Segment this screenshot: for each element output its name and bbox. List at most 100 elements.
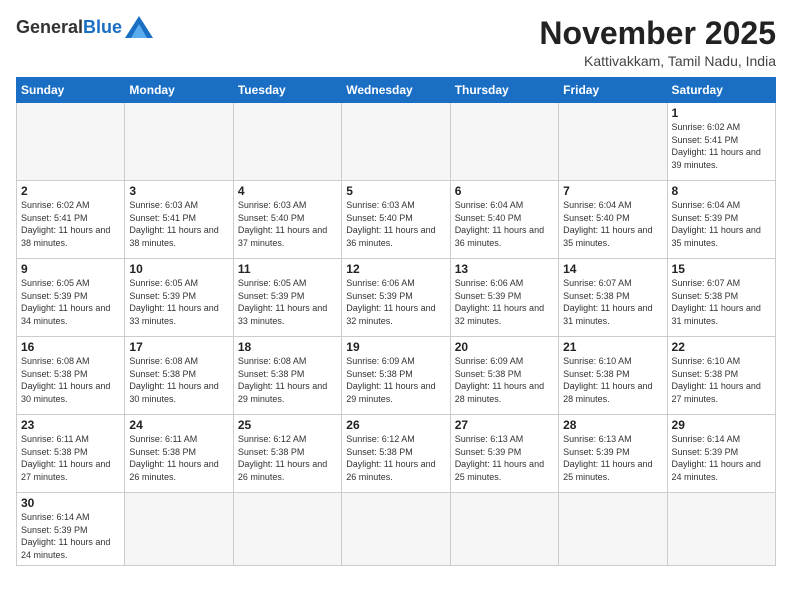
table-row: 6Sunrise: 6:04 AM Sunset: 5:40 PM Daylig…	[450, 181, 558, 259]
table-row: 30Sunrise: 6:14 AM Sunset: 5:39 PM Dayli…	[17, 493, 125, 565]
table-row: 25Sunrise: 6:12 AM Sunset: 5:38 PM Dayli…	[233, 415, 341, 493]
header-saturday: Saturday	[667, 78, 775, 103]
calendar-week-row: 2Sunrise: 6:02 AM Sunset: 5:41 PM Daylig…	[17, 181, 776, 259]
table-row	[450, 493, 558, 565]
table-row: 18Sunrise: 6:08 AM Sunset: 5:38 PM Dayli…	[233, 337, 341, 415]
header: General Blue November 2025 Kattivakkam, …	[16, 16, 776, 69]
day-number: 26	[346, 418, 445, 432]
table-row	[233, 493, 341, 565]
day-info: Sunrise: 6:14 AM Sunset: 5:39 PM Dayligh…	[21, 511, 120, 561]
day-info: Sunrise: 6:13 AM Sunset: 5:39 PM Dayligh…	[455, 433, 554, 483]
day-info: Sunrise: 6:02 AM Sunset: 5:41 PM Dayligh…	[21, 199, 120, 249]
location: Kattivakkam, Tamil Nadu, India	[539, 53, 776, 69]
day-info: Sunrise: 6:12 AM Sunset: 5:38 PM Dayligh…	[346, 433, 445, 483]
day-info: Sunrise: 6:10 AM Sunset: 5:38 PM Dayligh…	[563, 355, 662, 405]
day-info: Sunrise: 6:04 AM Sunset: 5:39 PM Dayligh…	[672, 199, 771, 249]
table-row: 17Sunrise: 6:08 AM Sunset: 5:38 PM Dayli…	[125, 337, 233, 415]
day-info: Sunrise: 6:11 AM Sunset: 5:38 PM Dayligh…	[21, 433, 120, 483]
day-number: 15	[672, 262, 771, 276]
day-info: Sunrise: 6:08 AM Sunset: 5:38 PM Dayligh…	[21, 355, 120, 405]
page: General Blue November 2025 Kattivakkam, …	[0, 0, 792, 612]
day-number: 12	[346, 262, 445, 276]
table-row: 13Sunrise: 6:06 AM Sunset: 5:39 PM Dayli…	[450, 259, 558, 337]
day-number: 24	[129, 418, 228, 432]
table-row: 29Sunrise: 6:14 AM Sunset: 5:39 PM Dayli…	[667, 415, 775, 493]
table-row: 23Sunrise: 6:11 AM Sunset: 5:38 PM Dayli…	[17, 415, 125, 493]
logo: General Blue	[16, 16, 153, 38]
day-number: 30	[21, 496, 120, 510]
table-row: 8Sunrise: 6:04 AM Sunset: 5:39 PM Daylig…	[667, 181, 775, 259]
day-info: Sunrise: 6:10 AM Sunset: 5:38 PM Dayligh…	[672, 355, 771, 405]
day-number: 16	[21, 340, 120, 354]
table-row: 26Sunrise: 6:12 AM Sunset: 5:38 PM Dayli…	[342, 415, 450, 493]
table-row: 22Sunrise: 6:10 AM Sunset: 5:38 PM Dayli…	[667, 337, 775, 415]
header-wednesday: Wednesday	[342, 78, 450, 103]
table-row	[233, 103, 341, 181]
header-sunday: Sunday	[17, 78, 125, 103]
table-row: 11Sunrise: 6:05 AM Sunset: 5:39 PM Dayli…	[233, 259, 341, 337]
day-info: Sunrise: 6:04 AM Sunset: 5:40 PM Dayligh…	[455, 199, 554, 249]
day-info: Sunrise: 6:04 AM Sunset: 5:40 PM Dayligh…	[563, 199, 662, 249]
table-row: 2Sunrise: 6:02 AM Sunset: 5:41 PM Daylig…	[17, 181, 125, 259]
day-info: Sunrise: 6:11 AM Sunset: 5:38 PM Dayligh…	[129, 433, 228, 483]
day-number: 17	[129, 340, 228, 354]
day-info: Sunrise: 6:13 AM Sunset: 5:39 PM Dayligh…	[563, 433, 662, 483]
day-number: 13	[455, 262, 554, 276]
day-number: 23	[21, 418, 120, 432]
table-row: 1Sunrise: 6:02 AM Sunset: 5:41 PM Daylig…	[667, 103, 775, 181]
day-number: 2	[21, 184, 120, 198]
calendar-week-row: 30Sunrise: 6:14 AM Sunset: 5:39 PM Dayli…	[17, 493, 776, 565]
month-title: November 2025	[539, 16, 776, 51]
day-info: Sunrise: 6:09 AM Sunset: 5:38 PM Dayligh…	[455, 355, 554, 405]
day-number: 7	[563, 184, 662, 198]
table-row: 7Sunrise: 6:04 AM Sunset: 5:40 PM Daylig…	[559, 181, 667, 259]
table-row: 9Sunrise: 6:05 AM Sunset: 5:39 PM Daylig…	[17, 259, 125, 337]
table-row: 20Sunrise: 6:09 AM Sunset: 5:38 PM Dayli…	[450, 337, 558, 415]
table-row: 4Sunrise: 6:03 AM Sunset: 5:40 PM Daylig…	[233, 181, 341, 259]
day-info: Sunrise: 6:08 AM Sunset: 5:38 PM Dayligh…	[129, 355, 228, 405]
table-row: 19Sunrise: 6:09 AM Sunset: 5:38 PM Dayli…	[342, 337, 450, 415]
logo-blue: Blue	[83, 17, 122, 38]
day-number: 9	[21, 262, 120, 276]
header-tuesday: Tuesday	[233, 78, 341, 103]
table-row	[17, 103, 125, 181]
header-friday: Friday	[559, 78, 667, 103]
day-number: 14	[563, 262, 662, 276]
table-row: 14Sunrise: 6:07 AM Sunset: 5:38 PM Dayli…	[559, 259, 667, 337]
header-thursday: Thursday	[450, 78, 558, 103]
day-number: 4	[238, 184, 337, 198]
calendar-week-row: 1Sunrise: 6:02 AM Sunset: 5:41 PM Daylig…	[17, 103, 776, 181]
table-row: 3Sunrise: 6:03 AM Sunset: 5:41 PM Daylig…	[125, 181, 233, 259]
day-number: 25	[238, 418, 337, 432]
day-number: 29	[672, 418, 771, 432]
day-number: 11	[238, 262, 337, 276]
day-number: 3	[129, 184, 228, 198]
day-info: Sunrise: 6:14 AM Sunset: 5:39 PM Dayligh…	[672, 433, 771, 483]
table-row	[342, 103, 450, 181]
day-info: Sunrise: 6:08 AM Sunset: 5:38 PM Dayligh…	[238, 355, 337, 405]
table-row	[559, 103, 667, 181]
day-info: Sunrise: 6:07 AM Sunset: 5:38 PM Dayligh…	[563, 277, 662, 327]
day-info: Sunrise: 6:05 AM Sunset: 5:39 PM Dayligh…	[21, 277, 120, 327]
day-info: Sunrise: 6:05 AM Sunset: 5:39 PM Dayligh…	[238, 277, 337, 327]
table-row: 12Sunrise: 6:06 AM Sunset: 5:39 PM Dayli…	[342, 259, 450, 337]
table-row: 10Sunrise: 6:05 AM Sunset: 5:39 PM Dayli…	[125, 259, 233, 337]
day-number: 1	[672, 106, 771, 120]
day-info: Sunrise: 6:09 AM Sunset: 5:38 PM Dayligh…	[346, 355, 445, 405]
logo-general: General	[16, 17, 83, 38]
day-info: Sunrise: 6:07 AM Sunset: 5:38 PM Dayligh…	[672, 277, 771, 327]
day-number: 19	[346, 340, 445, 354]
day-info: Sunrise: 6:03 AM Sunset: 5:41 PM Dayligh…	[129, 199, 228, 249]
day-info: Sunrise: 6:06 AM Sunset: 5:39 PM Dayligh…	[346, 277, 445, 327]
day-number: 22	[672, 340, 771, 354]
day-number: 6	[455, 184, 554, 198]
day-number: 20	[455, 340, 554, 354]
logo-icon	[125, 16, 153, 38]
table-row	[125, 493, 233, 565]
calendar-week-row: 23Sunrise: 6:11 AM Sunset: 5:38 PM Dayli…	[17, 415, 776, 493]
table-row	[342, 493, 450, 565]
weekday-header-row: Sunday Monday Tuesday Wednesday Thursday…	[17, 78, 776, 103]
table-row: 16Sunrise: 6:08 AM Sunset: 5:38 PM Dayli…	[17, 337, 125, 415]
table-row: 5Sunrise: 6:03 AM Sunset: 5:40 PM Daylig…	[342, 181, 450, 259]
day-number: 27	[455, 418, 554, 432]
